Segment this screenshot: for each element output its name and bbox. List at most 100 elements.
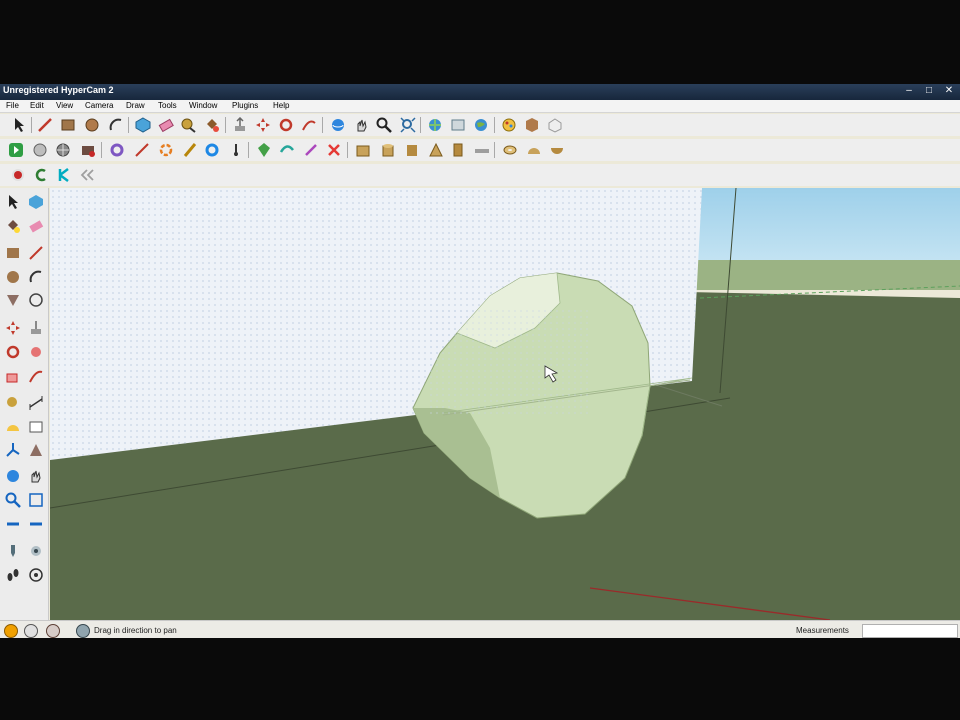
record-icon[interactable] — [10, 167, 26, 183]
paint-bucket-icon[interactable] — [204, 117, 220, 133]
cone-shape-icon[interactable] — [428, 142, 444, 158]
xray-icon[interactable] — [32, 142, 48, 158]
sphere-tool-icon[interactable] — [55, 142, 71, 158]
previous-view-side-icon[interactable] — [5, 516, 21, 532]
line-side-icon[interactable] — [28, 245, 44, 261]
rotate-side-icon[interactable] — [5, 344, 21, 360]
line-tool-icon[interactable] — [37, 117, 53, 133]
k-tool-icon[interactable] — [56, 167, 72, 183]
double-chevron-left-icon[interactable] — [79, 167, 95, 183]
followme-side-icon[interactable] — [28, 344, 44, 360]
rotate-cw-icon[interactable] — [109, 142, 125, 158]
box-shape-icon[interactable] — [355, 142, 371, 158]
component-tool-icon[interactable] — [28, 194, 44, 210]
menu-draw[interactable]: Draw — [126, 101, 145, 110]
eraser-tool-icon[interactable] — [158, 117, 174, 133]
tape-side-icon[interactable] — [5, 395, 21, 411]
next-view-side-icon[interactable] — [28, 516, 44, 532]
zoom-side-icon[interactable] — [5, 492, 21, 508]
menu-view[interactable]: View — [56, 101, 73, 110]
measurements-field[interactable] — [862, 624, 958, 638]
paint-tool-icon[interactable] — [80, 142, 96, 158]
cylinder-shape-icon[interactable] — [380, 142, 396, 158]
pencil-icon[interactable] — [182, 142, 198, 158]
circle-tool-icon[interactable] — [84, 117, 100, 133]
play-icon[interactable] — [8, 142, 24, 158]
teal-arrows-icon[interactable] — [279, 142, 295, 158]
magenta-wand-icon[interactable] — [303, 142, 319, 158]
menu-camera[interactable]: Camera — [85, 101, 113, 110]
dimension-side-icon[interactable] — [28, 395, 44, 411]
walk-side-icon[interactable] — [5, 567, 21, 583]
arc-tool-icon[interactable] — [108, 117, 124, 133]
move-tool-icon[interactable] — [255, 117, 271, 133]
pan-side-icon[interactable] — [28, 468, 44, 484]
position-camera-side-icon[interactable] — [5, 543, 21, 559]
select-arrow-icon[interactable] — [12, 117, 28, 133]
undo-curve-icon[interactable] — [33, 167, 49, 183]
pushpull-side-icon[interactable] — [28, 320, 44, 336]
earth-icon[interactable] — [473, 117, 489, 133]
close-button[interactable]: ✕ — [942, 85, 956, 97]
bowl-shape-icon[interactable] — [549, 142, 565, 158]
polygon-side-icon[interactable] — [5, 292, 21, 308]
rect-side-icon[interactable] — [5, 245, 21, 261]
flat-shape-icon[interactable] — [474, 142, 490, 158]
follow-me-icon[interactable] — [301, 117, 317, 133]
arc-side-icon[interactable] — [28, 269, 44, 285]
menu-edit[interactable]: Edit — [30, 101, 44, 110]
section-side-icon[interactable] — [28, 567, 44, 583]
axes-side-icon[interactable] — [5, 442, 21, 458]
pipe-shape-icon[interactable] — [450, 142, 466, 158]
components-icon[interactable] — [524, 117, 540, 133]
make-component-icon[interactable] — [135, 117, 151, 133]
3d-text-side-icon[interactable] — [28, 442, 44, 458]
maximize-button[interactable]: □ — [922, 85, 936, 97]
zoom-tool-icon[interactable] — [376, 117, 392, 133]
share-model-icon[interactable] — [450, 117, 466, 133]
menu-help[interactable]: Help — [273, 101, 289, 110]
move-side-icon[interactable] — [5, 320, 21, 336]
rectangle-tool-icon[interactable] — [60, 117, 76, 133]
eraser-side-icon[interactable] — [28, 218, 44, 234]
model-viewport[interactable] — [50, 188, 960, 620]
info-icon[interactable] — [24, 624, 38, 638]
zoom-window-side-icon[interactable] — [28, 492, 44, 508]
rotate-tool-icon[interactable] — [278, 117, 294, 133]
offset-side-icon[interactable] — [28, 368, 44, 384]
credits-icon[interactable] — [46, 624, 60, 638]
green-gem-icon[interactable] — [256, 142, 272, 158]
line-draw-icon[interactable] — [134, 142, 150, 158]
refresh-icon[interactable] — [204, 142, 220, 158]
get-models-icon[interactable] — [427, 117, 443, 133]
tube-shape-icon[interactable] — [404, 142, 420, 158]
circle-side-icon[interactable] — [5, 269, 21, 285]
zoom-extents-icon[interactable] — [400, 117, 416, 133]
geolocation-icon[interactable] — [4, 624, 18, 638]
protractor-side-icon[interactable] — [5, 419, 21, 435]
pan-hand-icon[interactable] — [354, 117, 370, 133]
push-pull-icon[interactable] — [232, 117, 248, 133]
menu-plugins[interactable]: Plugins — [232, 101, 258, 110]
dome-shape-icon[interactable] — [526, 142, 542, 158]
scale-side-icon[interactable] — [5, 368, 21, 384]
tape-measure-icon[interactable] — [180, 117, 196, 133]
red-cross-icon[interactable] — [326, 142, 342, 158]
bucket-tool-icon[interactable] — [5, 218, 21, 234]
menu-file[interactable]: File — [6, 101, 19, 110]
help-icon[interactable] — [76, 624, 90, 638]
orbit-side-icon[interactable] — [5, 468, 21, 484]
materials-icon[interactable] — [547, 117, 563, 133]
styles-icon[interactable] — [501, 117, 517, 133]
select-tool-icon[interactable] — [5, 194, 21, 210]
dropper-icon[interactable] — [228, 142, 244, 158]
minimize-button[interactable]: – — [902, 85, 916, 97]
look-around-side-icon[interactable] — [28, 543, 44, 559]
orbit-tool-icon[interactable] — [330, 117, 346, 133]
polygon-arc-icon[interactable] — [158, 142, 174, 158]
menu-tools[interactable]: Tools — [158, 101, 177, 110]
torus-shape-icon[interactable] — [502, 142, 518, 158]
text-side-icon[interactable] — [28, 419, 44, 435]
freehand-side-icon[interactable] — [28, 292, 44, 308]
menu-window[interactable]: Window — [189, 101, 217, 110]
